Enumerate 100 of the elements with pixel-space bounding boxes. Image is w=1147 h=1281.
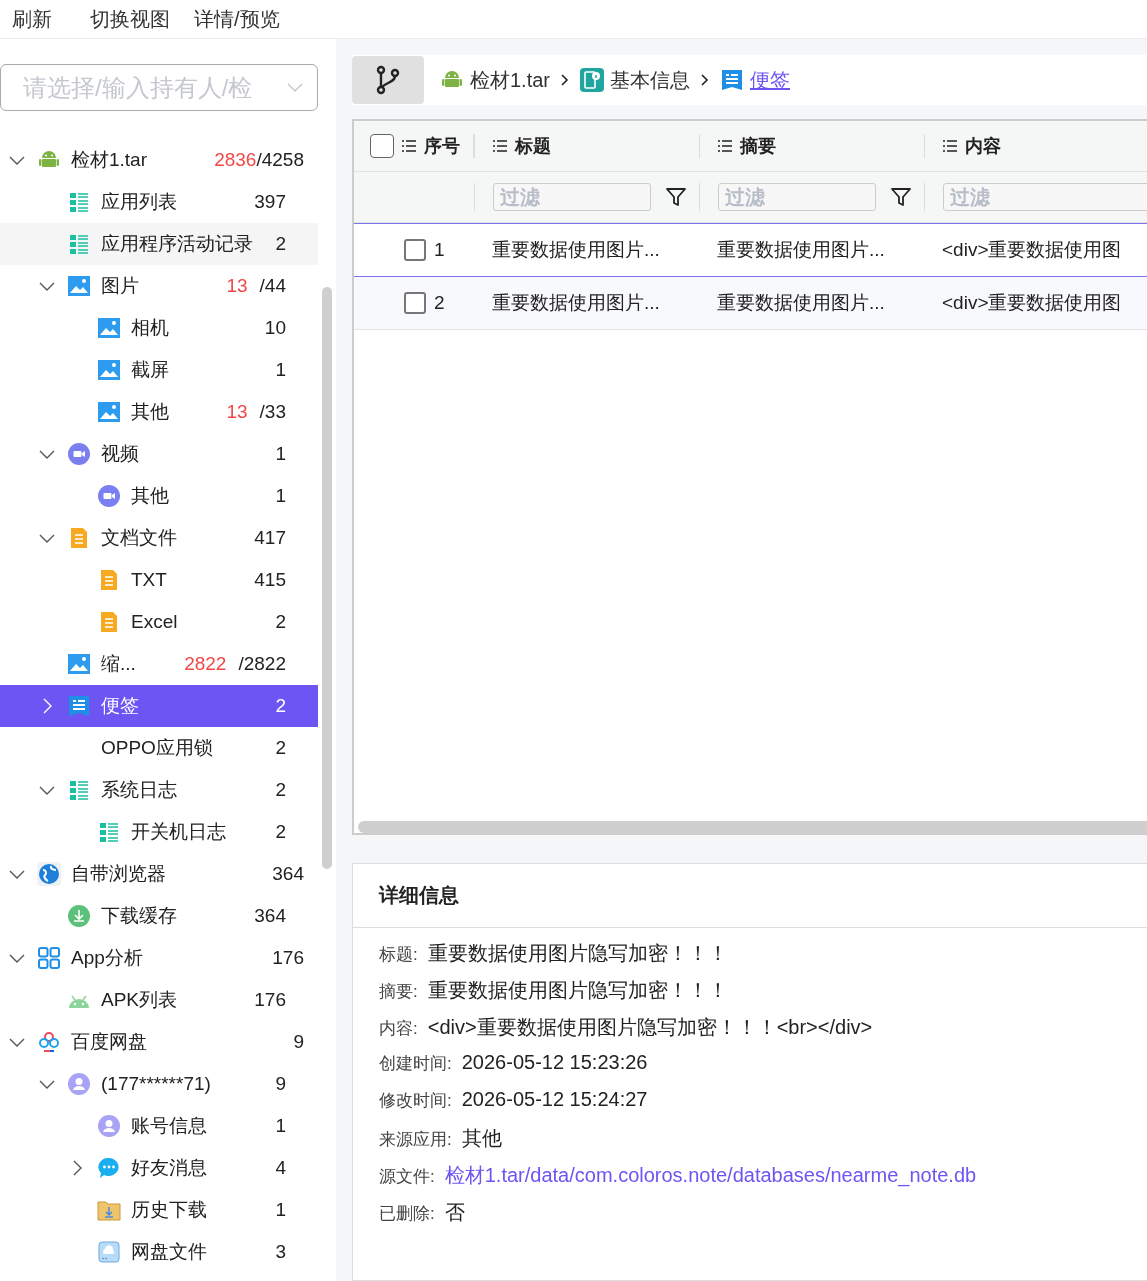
field-value: <div>重要数据使用图片隐写加密！！！<br></div> (427, 1015, 873, 1040)
field-label: 标题: (379, 944, 418, 966)
row-checkbox[interactable] (404, 239, 426, 261)
item-count: 415 (254, 569, 286, 591)
select-all-checkbox[interactable] (370, 134, 394, 158)
scrollbar-thumb[interactable] (322, 287, 332, 869)
tree-item[interactable]: 其他 13 /33 (0, 391, 318, 433)
tree-item[interactable]: 截屏 1 (0, 349, 318, 391)
tree-item[interactable]: 缩... 2822 /2822 (0, 643, 318, 685)
filter-field[interactable]: 过滤 (943, 183, 1147, 211)
image-icon (67, 652, 91, 676)
tree-item[interactable]: 开关机日志 2 (0, 811, 318, 853)
total-count: /2822 (238, 653, 286, 675)
field-value: 重要数据使用图片隐写加密！！！ (427, 941, 728, 966)
note-icon (720, 68, 745, 92)
filter-field[interactable]: 过滤 (718, 183, 876, 211)
row-checkbox[interactable] (404, 292, 426, 314)
list-icon (402, 140, 416, 152)
item-count: 176 (254, 989, 286, 1011)
filter-icon[interactable] (665, 186, 687, 208)
table-cell: 2 (434, 292, 445, 314)
new-count: 13 (226, 401, 248, 423)
item-count: 2 (275, 695, 286, 717)
tree-item[interactable]: TXT 415 (0, 559, 318, 601)
total-count: /33 (259, 401, 286, 423)
item-count: 1 (275, 485, 286, 507)
tree-item[interactable]: 图片 13 /44 (0, 265, 318, 307)
tree-item[interactable]: 检材1.tar 2836/4258 (0, 139, 318, 181)
branch-button[interactable] (352, 56, 424, 104)
item-count: 1 (275, 443, 286, 465)
field-label: 创建时间: (379, 1053, 452, 1075)
cloud-icon (37, 1030, 61, 1054)
list-icon (718, 140, 732, 152)
item-count: 3 (275, 1241, 286, 1263)
item-count: 10 (264, 317, 286, 339)
column-header[interactable]: 内容 (943, 134, 1001, 158)
column-header[interactable]: 序号 (402, 134, 460, 158)
new-count: 2836 (214, 149, 257, 171)
tree-item[interactable]: 其他 1 (0, 475, 318, 517)
tree-item[interactable]: 网盘文件 3 (0, 1231, 318, 1273)
field-label: 来源应用: (379, 1129, 452, 1151)
item-count: 397 (254, 191, 286, 213)
filter-icon[interactable] (890, 186, 912, 208)
tree-item[interactable]: APK列表 176 (0, 979, 318, 1021)
list-icon (67, 232, 91, 256)
item-count: 364 (272, 863, 304, 885)
image-icon (67, 274, 91, 298)
tree-item[interactable]: 应用列表 397 (0, 181, 318, 223)
list-icon (67, 778, 91, 802)
item-count: 364 (254, 905, 286, 927)
filter-field[interactable]: 过滤 (493, 183, 651, 211)
tree-item[interactable]: 文档文件 417 (0, 517, 318, 559)
tree-item[interactable]: 下载缓存 364 (0, 895, 318, 937)
table-cell-text: 重要数据使用图片... (717, 291, 885, 315)
tree-item[interactable]: 账号信息 1 (0, 1105, 318, 1147)
field-value: 重要数据使用图片隐写加密！！！ (427, 978, 728, 1003)
item-count: 2 (275, 779, 286, 801)
tree-item[interactable]: OPPO应用锁 2 (0, 727, 318, 769)
table-cell-text: 重要数据使用图片... (492, 238, 660, 262)
chevron-right-icon (560, 73, 571, 87)
breadcrumb-link[interactable]: 便签 (750, 66, 791, 94)
chevron-down-icon (287, 82, 303, 93)
breadcrumb-link[interactable]: 基本信息 (610, 66, 691, 94)
field-label: 修改时间: (379, 1090, 452, 1112)
list-icon (97, 820, 121, 844)
tree-item[interactable]: 应用程序活动记录 2 (0, 223, 318, 265)
field-label: 摘要: (379, 981, 418, 1003)
tree-item[interactable]: 便签 2 (0, 685, 318, 727)
table-cell-text: <div>重要数据使用图 (942, 291, 1122, 315)
tree-item[interactable]: 相机 10 (0, 307, 318, 349)
tree-item[interactable]: 历史下载 1 (0, 1189, 318, 1231)
tree-item[interactable]: App分析 176 (0, 937, 318, 979)
item-count: 2 (275, 737, 286, 759)
field-value: 2026-05-12 15:23:26 (461, 1051, 648, 1074)
horizontal-scrollbar[interactable] (358, 821, 1147, 833)
item-count: 2 (275, 611, 286, 633)
grid-icon (37, 946, 61, 970)
tree-item[interactable]: Excel 2 (0, 601, 318, 643)
item-count: 4 (275, 1157, 286, 1179)
item-count: 1 (275, 359, 286, 381)
breadcrumb-link[interactable]: 检材1.tar (470, 66, 551, 94)
item-count: 176 (272, 947, 304, 969)
table-cell-text: 重要数据使用图片... (492, 291, 660, 315)
list-icon (943, 140, 957, 152)
tree-item[interactable]: 视频 1 (0, 433, 318, 475)
field-value: 其他 (461, 1126, 502, 1151)
column-header[interactable]: 摘要 (718, 134, 776, 158)
note-icon (67, 694, 91, 718)
column-header[interactable]: 标题 (493, 134, 551, 158)
video-icon (97, 484, 121, 508)
tree-item[interactable]: 系统日志 2 (0, 769, 318, 811)
tree-item[interactable]: 百度网盘 9 (0, 1021, 318, 1063)
file-path-link[interactable]: 检材1.tar/data/com.coloros.note/databases/nearme_note.db (444, 1162, 977, 1189)
user-icon (67, 1072, 91, 1096)
tree-item[interactable]: 自带浏览器 364 (0, 853, 318, 895)
info-card-icon (580, 68, 605, 92)
item-count: 2 (275, 821, 286, 843)
tree-item[interactable]: (177******71) 9 (0, 1063, 318, 1105)
tree-item[interactable]: 好友消息 4 (0, 1147, 318, 1189)
table-row[interactable]: 2 重要数据使用图片... 重要数据使用图片... <div>重要数据使用图 (354, 277, 1147, 330)
